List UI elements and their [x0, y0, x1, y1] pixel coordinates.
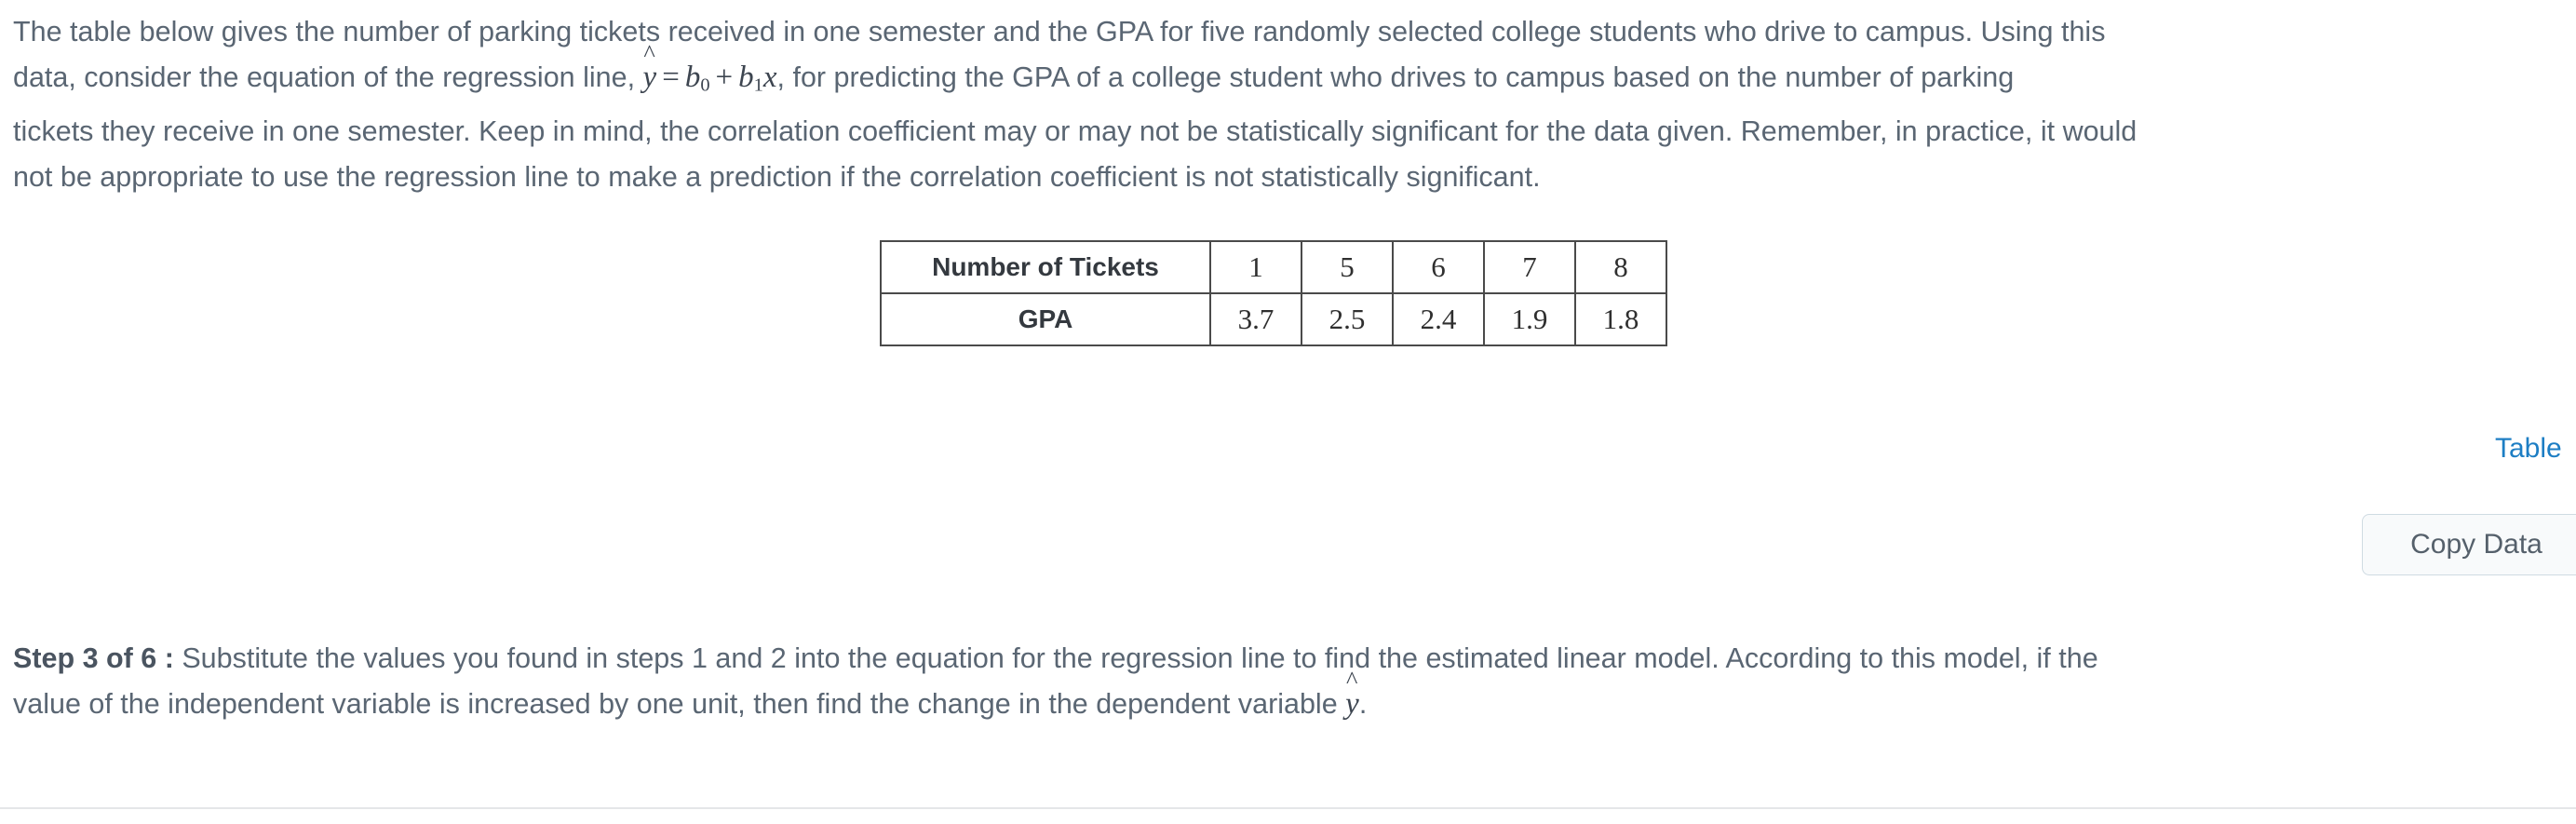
gpa-value-3: 1.9: [1483, 292, 1576, 346]
y-hat-symbol: ^ y: [643, 40, 657, 101]
hat-accent-icon: ^: [643, 38, 655, 67]
x-variable: x: [762, 61, 777, 94]
problem-line-2-after: , for predicting the GPA of a college st…: [776, 61, 2015, 93]
b0-subscript: 0: [700, 74, 710, 96]
hat-accent-icon: ^: [1346, 665, 1358, 694]
problem-statement: The table below gives the number of park…: [13, 9, 2576, 200]
plus-operator: +: [715, 61, 734, 94]
table-row: Number of Tickets 1 5 6 7 8: [880, 240, 1667, 294]
b1-term: b1: [738, 61, 763, 96]
b0-term: b0: [684, 61, 710, 96]
bottom-divider: [0, 807, 2576, 809]
data-table-container: Number of Tickets 1 5 6 7 8 GPA 3.7 2.5 …: [880, 240, 1667, 346]
gpa-value-1: 2.5: [1301, 292, 1394, 346]
tickets-value-3: 7: [1483, 240, 1576, 294]
problem-line-3: tickets they receive in one semester. Ke…: [13, 115, 2138, 147]
gpa-value-4: 1.8: [1574, 292, 1667, 346]
tickets-value-0: 1: [1209, 240, 1302, 294]
step-line-2-after: .: [1358, 688, 1368, 720]
problem-line-4: not be appropriate to use the regression…: [13, 160, 1541, 193]
regression-equation: ^ y = b0 + b1x: [643, 40, 777, 96]
table-row: GPA 3.7 2.5 2.4 1.9 1.8: [880, 292, 1667, 346]
step-paragraph: Step 3 of 6 : Substitute the values you …: [13, 636, 2576, 727]
problem-line-2-before: data, consider the equation of the regre…: [13, 61, 643, 93]
copy-data-button[interactable]: Copy Data: [2362, 514, 2576, 575]
step-counter-label: Step 3 of 6 :: [13, 642, 174, 674]
y-hat-symbol: ^ y: [1345, 667, 1359, 727]
b-variable-1: b: [738, 61, 754, 94]
problem-line-1: The table below gives the number of park…: [13, 16, 2106, 47]
b-variable-0: b: [684, 61, 701, 94]
tickets-gpa-table: Number of Tickets 1 5 6 7 8 GPA 3.7 2.5 …: [880, 240, 1667, 346]
tickets-value-2: 6: [1392, 240, 1485, 294]
y-hat-inline: ^ y: [1345, 667, 1359, 721]
tickets-value-1: 5: [1301, 240, 1394, 294]
step-section: Step 3 of 6 : Substitute the values you …: [13, 636, 2576, 727]
b1-subscript: 1: [753, 74, 763, 96]
step-line-2-before: value of the independent variable is inc…: [13, 688, 1346, 720]
gpa-value-0: 3.7: [1209, 292, 1302, 346]
problem-paragraph: The table below gives the number of park…: [13, 9, 2576, 200]
problem-line-2: data, consider the equation of the regre…: [13, 40, 2576, 109]
step-line-1: Step 3 of 6 : Substitute the values you …: [13, 636, 2576, 682]
row-header-number-of-tickets: Number of Tickets: [880, 240, 1211, 294]
row-header-gpa: GPA: [880, 292, 1211, 346]
equals-operator: =: [662, 61, 680, 94]
tickets-value-4: 8: [1574, 240, 1667, 294]
gpa-value-2: 2.4: [1392, 292, 1485, 346]
step-line-2: value of the independent variable is inc…: [13, 667, 2576, 727]
step-line-1-text: Substitute the values you found in steps…: [173, 642, 2098, 674]
table-link[interactable]: Table: [2495, 433, 2562, 465]
